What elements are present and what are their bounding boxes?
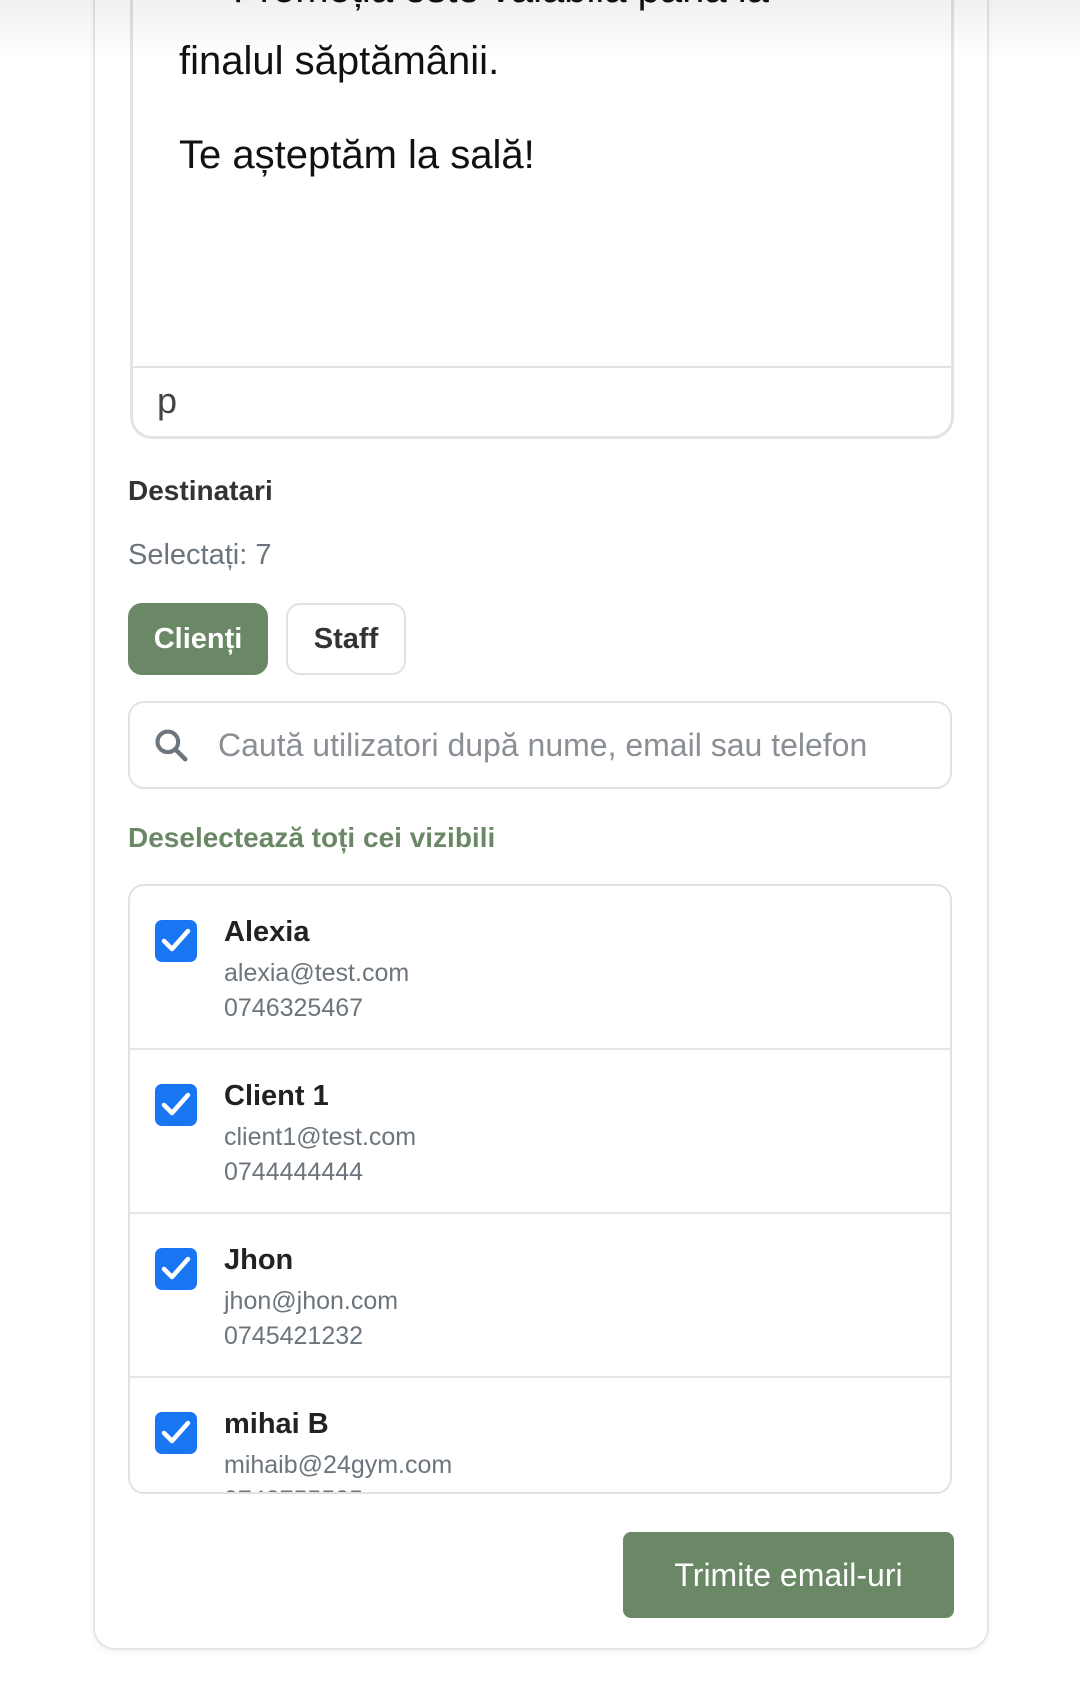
recipient-type-tabs: Clienți Staff: [128, 603, 406, 675]
editor-line-2: finalul săptămânii.: [179, 39, 500, 83]
user-email: mihaib@24gym.com: [224, 1451, 453, 1479]
user-name: Alexia: [224, 916, 310, 948]
user-phone: 0745421232: [224, 1322, 364, 1350]
user-email: client1@test.com: [224, 1123, 417, 1151]
editor-line-partial: 17Promoția este valabilă până la: [179, 0, 769, 14]
list-item[interactable]: Alexia alexia@test.com 0746325467: [130, 886, 950, 1050]
editor-content[interactable]: 17Promoția este valabilă până la finalul…: [133, 0, 951, 369]
user-checkbox[interactable]: [155, 1248, 197, 1290]
user-name: Jhon: [224, 1244, 294, 1276]
user-list[interactable]: Alexia alexia@test.com 0746325467 Client…: [128, 884, 952, 1494]
search-box[interactable]: [128, 701, 952, 789]
user-checkbox[interactable]: [155, 920, 197, 962]
user-phone: 0744444444: [224, 1158, 364, 1186]
deselect-visible-link[interactable]: Deselectează toți cei vizibili: [128, 822, 495, 854]
send-emails-button[interactable]: Trimite email-uri: [623, 1532, 954, 1618]
user-checkbox[interactable]: [155, 1084, 197, 1126]
editor-status-bar: p: [133, 366, 951, 436]
user-email: alexia@test.com: [224, 959, 410, 987]
list-item[interactable]: Client 1 client1@test.com 0744444444: [130, 1050, 950, 1214]
user-name: mihai B: [224, 1408, 329, 1440]
user-email: jhon@jhon.com: [224, 1287, 399, 1315]
email-composer-card: 17Promoția este valabilă până la finalul…: [93, 0, 989, 1650]
checkmark-icon: [161, 928, 191, 952]
checkmark-icon: [161, 1420, 191, 1444]
tab-clients[interactable]: Clienți: [128, 603, 268, 675]
message-editor[interactable]: 17Promoția este valabilă până la finalul…: [130, 0, 954, 439]
search-input[interactable]: [216, 725, 916, 765]
checkmark-icon: [161, 1256, 191, 1280]
selected-count: Selectați: 7: [128, 539, 272, 571]
list-item[interactable]: Jhon jhon@jhon.com 0745421232: [130, 1214, 950, 1378]
tab-staff[interactable]: Staff: [286, 603, 406, 675]
search-icon: [155, 729, 188, 762]
list-item[interactable]: mihai B mihaib@24gym.com 0748755535: [130, 1378, 950, 1492]
element-path: p: [157, 380, 178, 421]
user-phone: 0746325467: [224, 994, 364, 1022]
user-name: Client 1: [224, 1080, 329, 1112]
user-checkbox[interactable]: [155, 1412, 197, 1454]
recipients-label: Destinatari: [128, 475, 273, 506]
editor-line-3: Te așteptăm la sală!: [179, 133, 535, 177]
checkmark-icon: [161, 1092, 191, 1116]
user-phone: 0748755535: [224, 1486, 363, 1492]
